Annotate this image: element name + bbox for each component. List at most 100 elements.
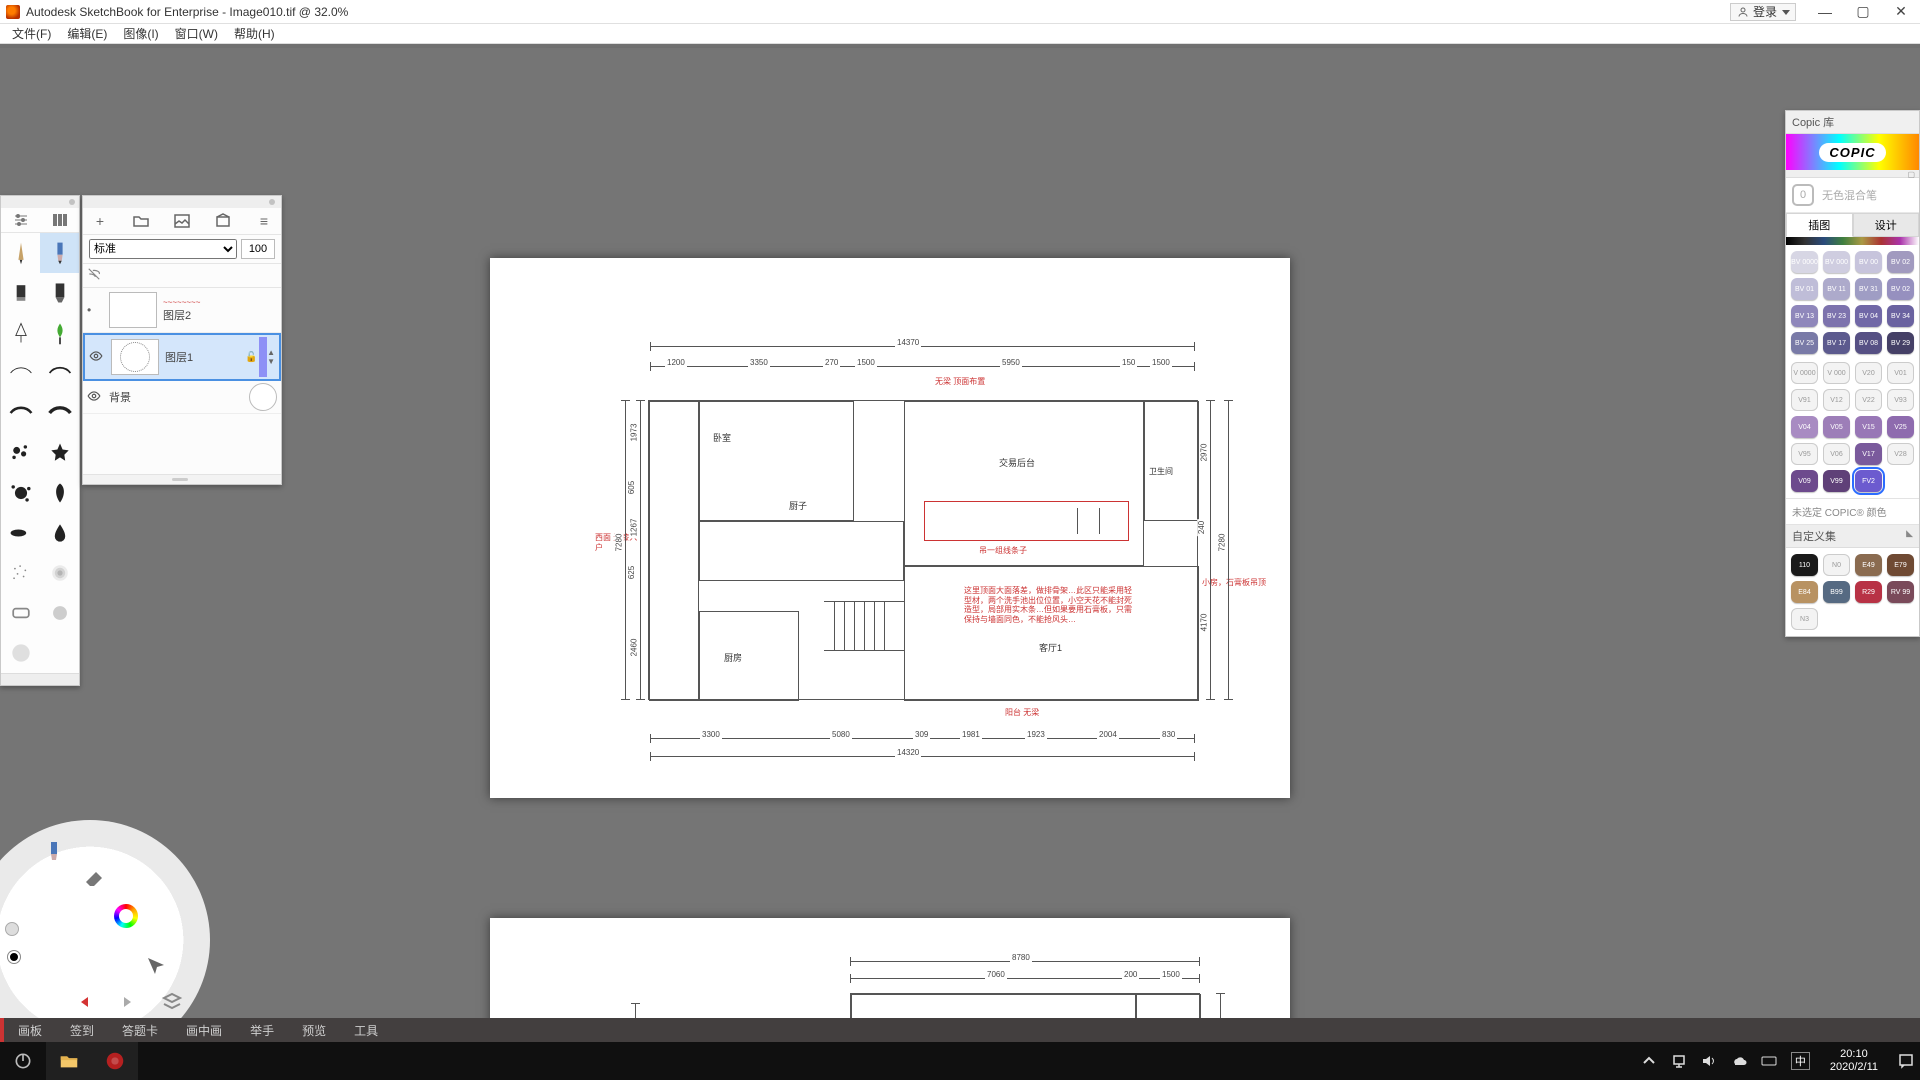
copic-panel[interactable]: Copic 库 COPIC ▢ 0 无色混合笔 插图 设计 BV 0000BV … bbox=[1785, 110, 1920, 637]
brush-eraser2[interactable] bbox=[40, 593, 79, 633]
copic-chip[interactable]: BV 34 bbox=[1887, 305, 1914, 327]
brush-star[interactable] bbox=[40, 433, 79, 473]
layer-sketch-row[interactable] bbox=[83, 264, 281, 288]
workspace-canvas[interactable]: 14370 1200 3350 270 1500 5950 150 1500 无… bbox=[0, 48, 1920, 1040]
brush-inkbrush[interactable] bbox=[40, 313, 79, 353]
menu-edit[interactable]: 编辑(E) bbox=[59, 25, 115, 42]
blend-mode-select[interactable]: 标准 bbox=[89, 239, 237, 259]
layer-image-icon[interactable] bbox=[173, 212, 191, 230]
copic-tab-design[interactable]: 设计 bbox=[1853, 213, 1920, 237]
copic-chip[interactable]: V12 bbox=[1823, 389, 1850, 411]
layer-opacity-spinner[interactable]: ▲▼ bbox=[267, 348, 275, 366]
brush-soft[interactable] bbox=[1, 633, 40, 673]
visibility-dot-icon[interactable]: • bbox=[87, 303, 103, 317]
brush-thin2[interactable] bbox=[40, 353, 79, 393]
brush-leaf[interactable] bbox=[40, 473, 79, 513]
copic-chip[interactable]: V04 bbox=[1791, 416, 1818, 438]
login-dropdown[interactable]: 登录 bbox=[1730, 3, 1796, 21]
copic-chip[interactable]: N0 bbox=[1823, 554, 1850, 576]
tb-raise[interactable]: 举手 bbox=[236, 1022, 288, 1039]
tray-clock[interactable]: 20:10 2020/2/11 bbox=[1824, 1048, 1884, 1073]
copic-chip[interactable]: E49 bbox=[1855, 554, 1882, 576]
tray-keyboard-icon[interactable] bbox=[1761, 1053, 1777, 1069]
copic-chip[interactable]: 110 bbox=[1791, 554, 1818, 576]
brush-med1[interactable] bbox=[1, 393, 40, 433]
layer-row-selected[interactable]: 图层1 🔓 ▲▼ bbox=[83, 333, 281, 381]
copic-chip[interactable]: V20 bbox=[1855, 362, 1882, 384]
tray-ime[interactable]: 中 bbox=[1791, 1052, 1810, 1070]
copic-hue-strip[interactable] bbox=[1786, 237, 1919, 245]
copic-chip[interactable]: V 000 bbox=[1823, 362, 1850, 384]
tb-tools[interactable]: 工具 bbox=[340, 1022, 392, 1039]
copic-chip[interactable]: V01 bbox=[1887, 362, 1914, 384]
copic-chip[interactable]: BV 08 bbox=[1855, 332, 1882, 354]
tray-onedrive-icon[interactable] bbox=[1731, 1053, 1747, 1069]
minimize-button[interactable]: — bbox=[1806, 0, 1844, 24]
layer-row-bg[interactable]: 背景 bbox=[83, 381, 281, 414]
copic-chip[interactable]: N3 bbox=[1791, 608, 1818, 630]
visibility-eye-icon[interactable] bbox=[89, 349, 105, 366]
menu-help[interactable]: 帮助(H) bbox=[226, 25, 283, 42]
taskbar-record[interactable] bbox=[92, 1042, 138, 1080]
tb-signin[interactable]: 签到 bbox=[56, 1022, 108, 1039]
tb-preview[interactable]: 预览 bbox=[288, 1022, 340, 1039]
copic-chip[interactable]: BV 02 bbox=[1887, 251, 1914, 273]
menu-file[interactable]: 文件(F) bbox=[4, 25, 59, 42]
copic-chip[interactable]: V15 bbox=[1855, 416, 1882, 438]
tb-pip[interactable]: 画中画 bbox=[172, 1022, 236, 1039]
maximize-button[interactable]: ▢ bbox=[1844, 0, 1882, 24]
layer-folder-icon[interactable] bbox=[132, 212, 150, 230]
copic-tab-illust[interactable]: 插图 bbox=[1786, 213, 1853, 237]
copic-chip[interactable]: BV 01 bbox=[1791, 278, 1818, 300]
tb-answer[interactable]: 答题卡 bbox=[108, 1022, 172, 1039]
visibility-off-icon[interactable] bbox=[87, 267, 103, 284]
layer-row[interactable]: • ~~~~~~~~ 图层2 bbox=[83, 288, 281, 333]
puck-brush-icon[interactable] bbox=[40, 838, 68, 866]
copic-chip[interactable]: BV 00 bbox=[1855, 251, 1882, 273]
brush-inkpen[interactable] bbox=[1, 313, 40, 353]
copic-chip[interactable]: RV 99 bbox=[1887, 581, 1914, 603]
panel-grip[interactable] bbox=[83, 196, 281, 208]
copic-chip[interactable]: V06 bbox=[1823, 443, 1850, 465]
layer-bg-icon[interactable] bbox=[214, 212, 232, 230]
brush-settings-icon[interactable] bbox=[13, 212, 29, 228]
close-button[interactable]: ✕ bbox=[1882, 0, 1920, 24]
tb-canvas[interactable]: 画板 bbox=[4, 1022, 56, 1039]
brush-marker[interactable] bbox=[1, 273, 40, 313]
copic-chip[interactable]: BV 000 bbox=[1823, 251, 1850, 273]
visibility-eye-icon[interactable] bbox=[87, 389, 103, 406]
brush-thin1[interactable] bbox=[1, 353, 40, 393]
lock-icon[interactable]: 🔓 bbox=[245, 352, 259, 363]
brush-chisel[interactable] bbox=[40, 273, 79, 313]
brush-eraser1[interactable] bbox=[1, 593, 40, 633]
puck-eraser-icon[interactable] bbox=[80, 862, 108, 890]
copic-chip[interactable]: BV 23 bbox=[1823, 305, 1850, 327]
copic-chip[interactable]: V28 bbox=[1887, 443, 1914, 465]
power-button[interactable] bbox=[0, 1042, 46, 1080]
copic-chip[interactable]: V25 bbox=[1887, 416, 1914, 438]
copic-chip[interactable]: BV 13 bbox=[1791, 305, 1818, 327]
copic-custom-header[interactable]: 自定义集◣ bbox=[1786, 525, 1919, 548]
panel-resize[interactable] bbox=[1, 673, 79, 685]
layer-menu-icon[interactable]: ≡ bbox=[255, 212, 273, 230]
copic-chip[interactable]: BV 02 bbox=[1887, 278, 1914, 300]
tray-chevron-up-icon[interactable] bbox=[1641, 1053, 1657, 1069]
copic-chip[interactable]: V95 bbox=[1791, 443, 1818, 465]
copic-chip[interactable]: V09 bbox=[1791, 470, 1818, 492]
opacity-input[interactable] bbox=[241, 239, 275, 259]
copic-chip[interactable]: E79 bbox=[1887, 554, 1914, 576]
puck-color-icon[interactable] bbox=[112, 902, 140, 930]
puck-swatch2[interactable] bbox=[0, 915, 26, 943]
brush-splat2[interactable] bbox=[1, 473, 40, 513]
brush-scatter[interactable] bbox=[1, 553, 40, 593]
copic-current-swatch[interactable]: 0 bbox=[1792, 184, 1814, 206]
copic-chip[interactable]: BV 11 bbox=[1823, 278, 1850, 300]
brush-splat1[interactable] bbox=[1, 433, 40, 473]
copic-chip[interactable]: V05 bbox=[1823, 416, 1850, 438]
brush-drop[interactable] bbox=[40, 513, 79, 553]
copic-chip[interactable]: BV 25 bbox=[1791, 332, 1818, 354]
brush-pencil[interactable] bbox=[1, 233, 40, 273]
brush-paintbrush[interactable] bbox=[40, 233, 79, 273]
puck-redo-icon[interactable] bbox=[110, 990, 138, 1018]
copic-chip[interactable]: V91 bbox=[1791, 389, 1818, 411]
